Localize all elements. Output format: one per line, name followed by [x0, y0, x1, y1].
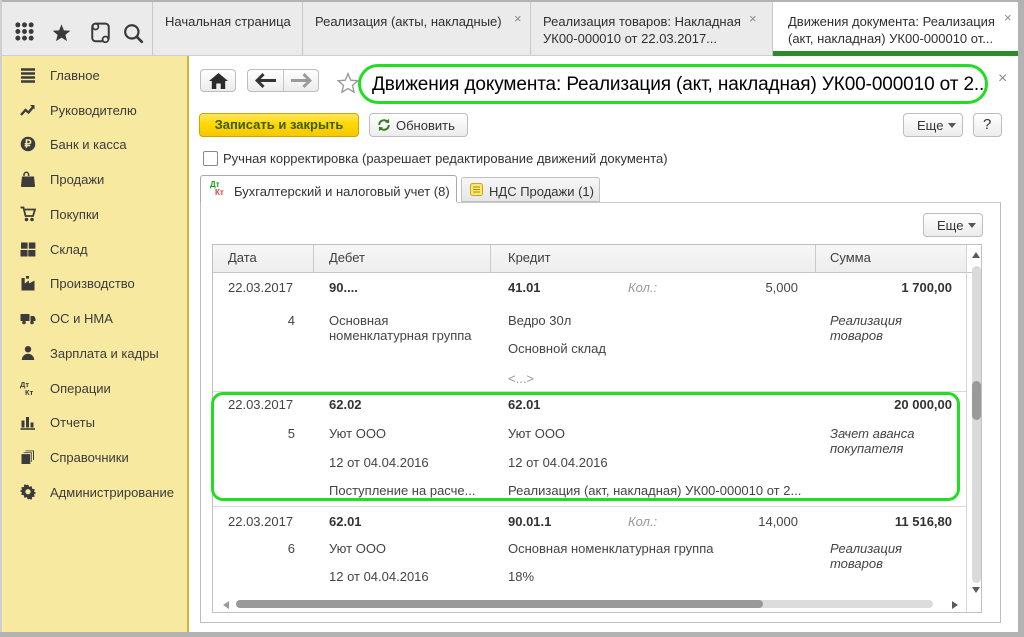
svg-text:Кт: Кт: [25, 388, 34, 396]
svg-text:₽: ₽: [25, 139, 32, 151]
